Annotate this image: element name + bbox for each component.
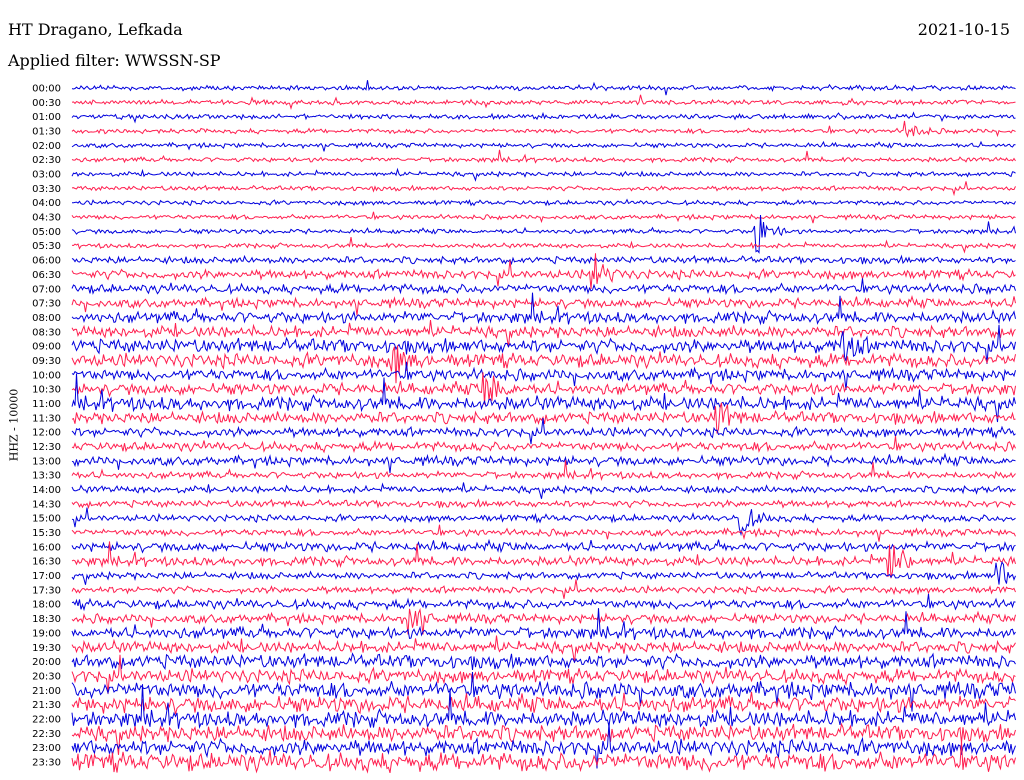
time-tick-label: 00:30: [32, 98, 61, 109]
time-tick-label: 13:30: [32, 471, 61, 482]
time-tick-label: 02:00: [32, 141, 61, 152]
time-tick-label: 01:00: [32, 112, 61, 123]
time-tick-label: 21:00: [32, 686, 61, 697]
time-tick-label: 13:00: [32, 456, 61, 467]
time-tick-label: 12:00: [32, 428, 61, 439]
time-tick-label: 07:00: [32, 284, 61, 295]
time-tick-label: 01:30: [32, 127, 61, 138]
time-tick-label: 10:30: [32, 385, 61, 396]
time-tick-label: 03:00: [32, 170, 61, 181]
trace-line: [71, 140, 1016, 152]
time-tick-label: 11:30: [32, 413, 61, 424]
trace-line: [71, 498, 1016, 510]
trace-line: [71, 635, 1016, 663]
trace-line: [71, 524, 1016, 542]
time-tick-label: 12:30: [32, 442, 61, 453]
trace-line: [71, 560, 1016, 585]
time-tick-label: 20:00: [32, 657, 61, 668]
trace-line: [71, 294, 1016, 316]
time-tick-label: 16:00: [32, 542, 61, 553]
trace-line: [71, 167, 1016, 182]
trace-line: [71, 94, 1016, 110]
time-tick-label: 08:30: [32, 327, 61, 338]
trace-line: [71, 593, 1016, 612]
time-tick-label: 22:30: [32, 729, 61, 740]
time-tick-label: 22:00: [32, 714, 61, 725]
time-tick-label: 05:00: [32, 227, 61, 238]
trace-line: [71, 120, 1016, 138]
time-tick-label: 11:00: [32, 399, 61, 410]
time-tick-label: 04:30: [32, 213, 61, 224]
time-tick-label: 02:30: [32, 155, 61, 166]
trace-line: [71, 579, 1016, 599]
trace-line: [71, 607, 1016, 635]
helicorder-plot: 00:00 00:30 01:00 01:30 02:00 02:30 03:00 03:30…: [32, 80, 1016, 774]
trace-line: [71, 482, 1016, 499]
time-tick-label: 23:00: [32, 743, 61, 754]
time-tick-label: 10:00: [32, 370, 61, 381]
trace-line: [71, 292, 1016, 326]
trace-line: [71, 652, 1016, 671]
time-tick-label: 03:30: [32, 184, 61, 195]
trace-line: [71, 608, 1016, 641]
time-tick-label: 15:00: [32, 514, 61, 525]
time-tick-label: 07:30: [32, 299, 61, 310]
trace-line: [71, 80, 1016, 96]
time-tick-label: 08:00: [32, 313, 61, 324]
time-tick-label: 06:00: [32, 256, 61, 267]
trace-line: [71, 149, 1016, 164]
time-tick-label: 23:30: [32, 757, 61, 768]
trace-line: [71, 417, 1016, 445]
trace-line: [71, 538, 1016, 554]
trace-line: [71, 278, 1016, 296]
time-tick-label: 20:30: [32, 671, 61, 682]
time-tick-label: 14:00: [32, 485, 61, 496]
time-tick-label: 06:30: [32, 270, 61, 281]
trace-line: [71, 111, 1016, 124]
trace-line: [71, 254, 1016, 266]
time-tick-label: 17:30: [32, 585, 61, 596]
time-tick-label: 21:30: [32, 700, 61, 711]
time-tick-label: 05:30: [32, 241, 61, 252]
time-tick-label: 15:30: [32, 528, 61, 539]
time-tick-label: 16:30: [32, 557, 61, 568]
time-tick-label: 18:00: [32, 600, 61, 611]
time-tick-label: 19:00: [32, 628, 61, 639]
trace-line: [71, 436, 1016, 454]
time-tick-label: 09:00: [32, 342, 61, 353]
trace-line: [71, 198, 1016, 207]
trace-line: [71, 345, 1016, 384]
trace-line: [71, 460, 1016, 481]
trace-line: [71, 181, 1016, 197]
trace-line: [71, 372, 1016, 405]
time-tick-label: 09:30: [32, 356, 61, 367]
time-tick-label: 18:30: [32, 614, 61, 625]
time-tick-label: 14:30: [32, 499, 61, 510]
time-tick-label: 00:00: [32, 84, 61, 95]
time-tick-label: 17:00: [32, 571, 61, 582]
trace-line: [71, 211, 1016, 224]
time-tick-label: 19:30: [32, 643, 61, 654]
trace-line: [71, 237, 1016, 254]
trace-line: [71, 214, 1016, 254]
time-tick-label: 04:00: [32, 198, 61, 209]
trace-line: [71, 722, 1016, 755]
